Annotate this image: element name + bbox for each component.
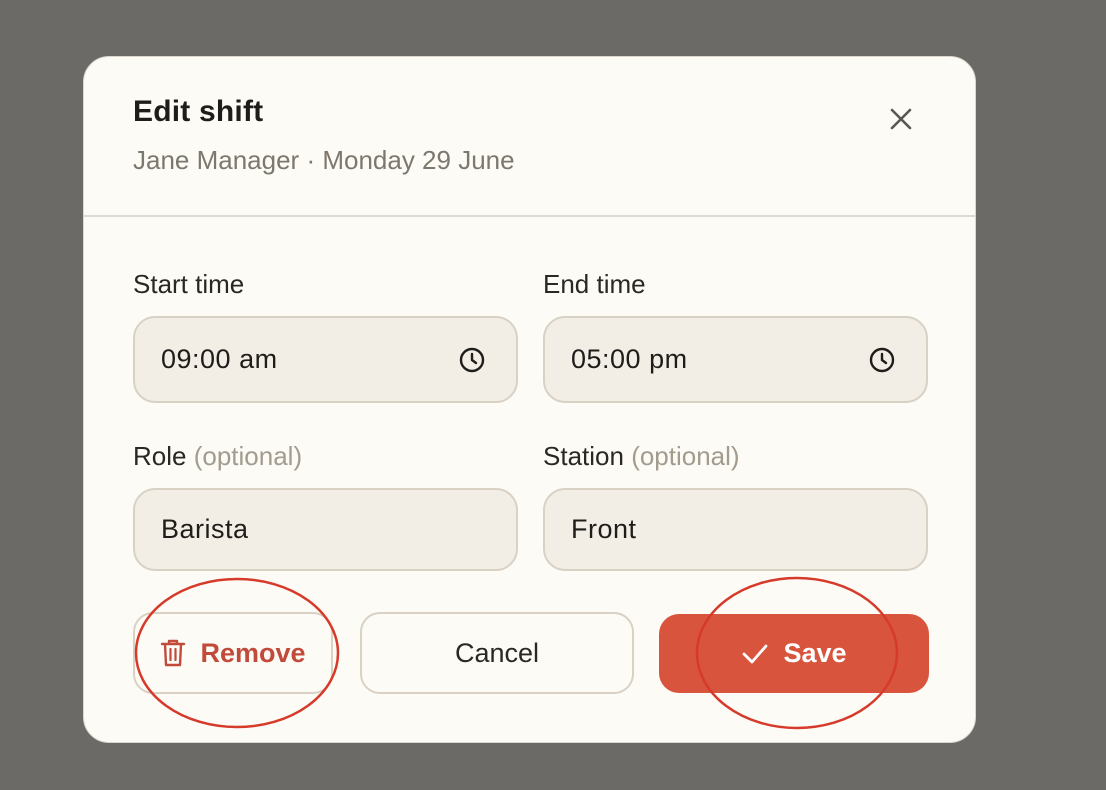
end-time-label-text: End time [543, 269, 646, 299]
remove-button-label: Remove [200, 637, 306, 668]
dialog-subtitle: Jane Manager · Monday 29 June [133, 145, 515, 175]
station-value: Front [571, 514, 637, 544]
role-input[interactable]: Barista [133, 488, 518, 571]
dialog-title: Edit shift [133, 95, 264, 128]
start-time-label-text: Start time [133, 269, 245, 299]
close-icon [890, 108, 912, 130]
role-label-text: Role [133, 441, 187, 471]
cancel-button[interactable]: Cancel [360, 612, 634, 694]
remove-button[interactable]: Remove [133, 612, 333, 694]
start-time-label: Start time [133, 269, 244, 300]
start-time-input[interactable]: 09:00 am [133, 316, 518, 403]
clock-icon[interactable] [868, 346, 896, 374]
clock-icon[interactable] [458, 346, 486, 374]
role-value: Barista [161, 514, 249, 544]
station-label-text: Station [543, 441, 624, 471]
end-time-label: End time [543, 269, 646, 300]
trash-icon [161, 639, 186, 667]
end-time-value: 05:00 pm [571, 344, 688, 374]
dialog-header: Edit shift Jane Manager · Monday 29 June [84, 57, 975, 217]
save-button-label: Save [783, 638, 847, 668]
cancel-button-label: Cancel [454, 637, 540, 668]
role-optional-hint: (optional) [193, 441, 303, 471]
start-time-value: 09:00 am [161, 344, 278, 374]
save-button[interactable]: Save [659, 614, 929, 693]
role-label: Role (optional) [133, 441, 302, 472]
edit-shift-dialog: Edit shift Jane Manager · Monday 29 June… [83, 56, 976, 743]
station-label: Station (optional) [543, 441, 740, 472]
check-icon [743, 644, 768, 663]
close-button[interactable] [877, 99, 925, 139]
station-input[interactable]: Front [543, 488, 928, 571]
end-time-input[interactable]: 05:00 pm [543, 316, 928, 403]
station-optional-hint: (optional) [631, 441, 740, 471]
